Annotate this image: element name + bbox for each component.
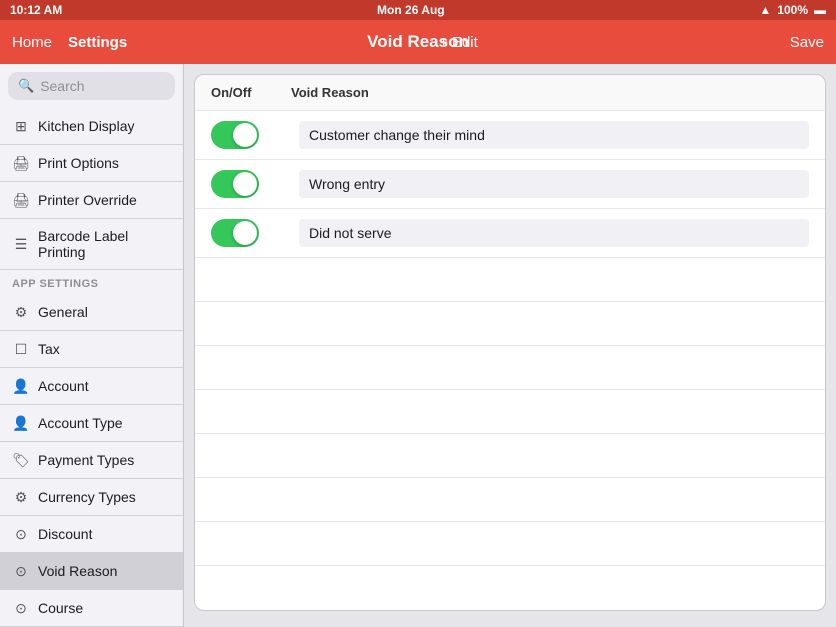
sidebar-item-printer-override[interactable]: 🖨 Printer Override — [0, 182, 183, 219]
toggle-thumb-3 — [233, 221, 257, 245]
kitchen-display-icon: ⊞ — [12, 117, 30, 135]
nav-bar: Home Settings + Edit Void Reason Save — [0, 20, 836, 64]
payment-types-icon: 🏷 — [12, 451, 30, 469]
toggle-3[interactable] — [211, 219, 259, 247]
account-icon: 👤 — [12, 377, 30, 395]
toggle-thumb-2 — [233, 172, 257, 196]
status-right: ▲ 100% ▬ — [759, 3, 826, 17]
save-button[interactable]: Save — [790, 34, 824, 51]
void-reason-label-1: Customer change their mind — [299, 121, 809, 149]
sidebar-item-label: Discount — [38, 526, 92, 542]
sidebar-item-payment-types[interactable]: 🏷 Payment Types — [0, 442, 183, 479]
empty-row — [195, 346, 825, 390]
table-header: On/Off Void Reason — [195, 75, 825, 111]
sidebar-item-discount[interactable]: ⊙ Discount — [0, 516, 183, 553]
toggle-col-2 — [211, 170, 291, 198]
empty-row — [195, 522, 825, 566]
empty-row — [195, 258, 825, 302]
sidebar-item-tax[interactable]: ☐ Tax — [0, 331, 183, 368]
sidebar: 🔍 Search ⊞ Kitchen Display 🖨 Print Optio… — [0, 64, 184, 627]
sidebar-item-label: Kitchen Display — [38, 118, 135, 134]
battery-level: 100% — [777, 3, 808, 17]
status-time: 10:12 AM — [10, 3, 62, 17]
sidebar-item-label: Print Options — [38, 155, 119, 171]
sidebar-item-label: General — [38, 304, 88, 320]
toggle-track-2 — [211, 170, 259, 198]
table-row: Wrong entry — [195, 160, 825, 209]
empty-row — [195, 302, 825, 346]
sidebar-item-label: Printer Override — [38, 192, 137, 208]
sidebar-item-print-options[interactable]: 🖨 Print Options — [0, 145, 183, 182]
course-icon: ⊙ — [12, 599, 30, 617]
sidebar-item-account-type[interactable]: 👤 Account Type — [0, 405, 183, 442]
toggle-track-1 — [211, 121, 259, 149]
general-icon: ⚙ — [12, 303, 30, 321]
toggle-thumb-1 — [233, 123, 257, 147]
battery-icon: ▬ — [814, 3, 826, 17]
nav-left: Home Settings — [12, 34, 127, 51]
status-bar: 10:12 AM Mon 26 Aug ▲ 100% ▬ — [0, 0, 836, 20]
sidebar-item-label: Tax — [38, 341, 60, 357]
account-type-icon: 👤 — [12, 414, 30, 432]
search-input[interactable]: Search — [40, 78, 84, 94]
table-row: Customer change their mind — [195, 111, 825, 160]
barcode-icon: ☰ — [12, 235, 30, 253]
toggle-1[interactable] — [211, 121, 259, 149]
col-header-onoff: On/Off — [211, 85, 291, 100]
sidebar-item-kitchen-display[interactable]: ⊞ Kitchen Display — [0, 108, 183, 145]
table-row: Did not serve — [195, 209, 825, 258]
tax-icon: ☐ — [12, 340, 30, 358]
home-button[interactable]: Home — [12, 34, 52, 51]
sidebar-item-account[interactable]: 👤 Account — [0, 368, 183, 405]
toggle-col-1 — [211, 121, 291, 149]
currency-types-icon: ⚙ — [12, 488, 30, 506]
settings-label: Settings — [68, 34, 127, 51]
status-date: Mon 26 Aug — [377, 3, 445, 17]
content-area: On/Off Void Reason Customer change their… — [184, 64, 836, 627]
void-reason-card: On/Off Void Reason Customer change their… — [194, 74, 826, 611]
sidebar-item-label: Account — [38, 378, 89, 394]
discount-icon: ⊙ — [12, 525, 30, 543]
sidebar-item-label: Course — [38, 600, 83, 616]
sidebar-item-currency-types[interactable]: ⚙ Currency Types — [0, 479, 183, 516]
sidebar-item-label: Account Type — [38, 415, 123, 431]
void-reason-label-3: Did not serve — [299, 219, 809, 247]
sidebar-item-void-reason[interactable]: ⊙ Void Reason — [0, 553, 183, 590]
empty-row — [195, 434, 825, 478]
toggle-track-3 — [211, 219, 259, 247]
sidebar-item-barcode-label-printing[interactable]: ☰ Barcode Label Printing — [0, 219, 183, 270]
col-header-void-reason: Void Reason — [291, 85, 809, 100]
sidebar-item-label: Void Reason — [38, 563, 117, 579]
toggle-col-3 — [211, 219, 291, 247]
void-reason-icon: ⊙ — [12, 562, 30, 580]
sidebar-item-course[interactable]: ⊙ Course — [0, 590, 183, 627]
search-icon: 🔍 — [18, 78, 34, 94]
sidebar-item-label: Payment Types — [38, 452, 134, 468]
search-bar[interactable]: 🔍 Search — [8, 72, 175, 100]
toggle-2[interactable] — [211, 170, 259, 198]
print-options-icon: 🖨 — [12, 154, 30, 172]
empty-row — [195, 390, 825, 434]
app-settings-section: APP SETTINGS — [0, 270, 183, 294]
sidebar-item-general[interactable]: ⚙ General — [0, 294, 183, 331]
sidebar-item-label: Barcode Label Printing — [38, 228, 171, 260]
page-title: Void Reason — [367, 32, 469, 52]
printer-override-icon: 🖨 — [12, 191, 30, 209]
empty-row — [195, 478, 825, 522]
empty-row — [195, 566, 825, 610]
void-reason-label-2: Wrong entry — [299, 170, 809, 198]
wifi-icon: ▲ — [759, 3, 771, 17]
main-layout: 🔍 Search ⊞ Kitchen Display 🖨 Print Optio… — [0, 64, 836, 627]
sidebar-item-label: Currency Types — [38, 489, 136, 505]
